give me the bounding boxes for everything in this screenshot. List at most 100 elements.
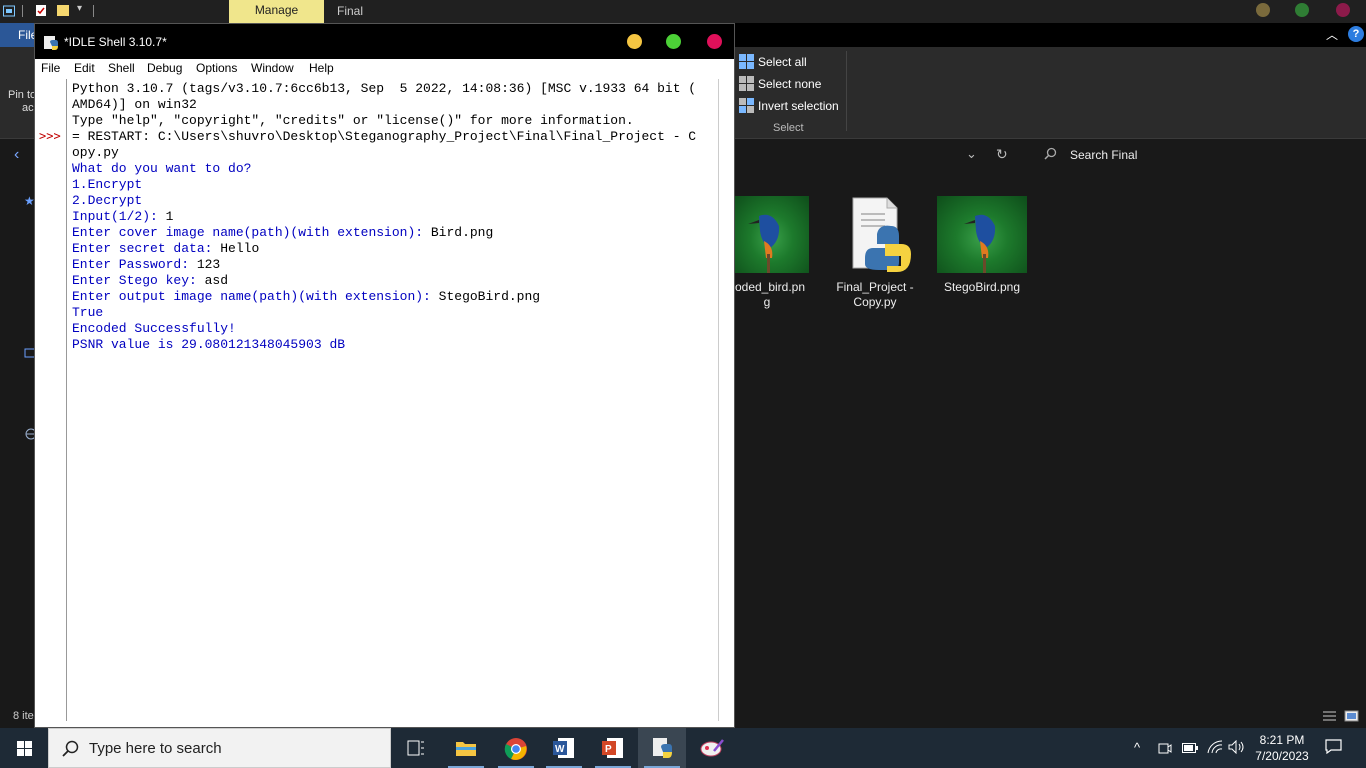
menu-file[interactable]: File xyxy=(41,61,60,75)
help-icon[interactable]: ? xyxy=(1348,26,1364,42)
python-file-icon xyxy=(835,196,915,273)
quick-access-dropdown-icon[interactable]: ▾ xyxy=(77,3,82,14)
menu-edit[interactable]: Edit xyxy=(74,61,95,75)
select-all-icon xyxy=(739,54,754,69)
shell-line: What do you want to do? xyxy=(72,161,252,176)
start-button[interactable] xyxy=(0,728,48,768)
meet-now-icon[interactable] xyxy=(1158,741,1172,755)
shell-prompt: >>> xyxy=(39,129,61,143)
pin-to-quick-access-label[interactable]: Pin to ac xyxy=(8,89,36,115)
menu-options[interactable]: Options xyxy=(196,61,237,75)
menu-shell[interactable]: Shell xyxy=(108,61,135,75)
task-view-button[interactable] xyxy=(392,728,440,768)
wifi-icon[interactable] xyxy=(1207,740,1223,754)
select-all-button[interactable]: Select all xyxy=(739,54,807,69)
maximize-button[interactable] xyxy=(1295,3,1309,17)
shell-line: Encoded Successfully! xyxy=(72,321,236,336)
word-button[interactable]: W xyxy=(540,728,588,768)
taskbar-search-box[interactable]: Type here to search xyxy=(48,728,391,768)
task-view-icon xyxy=(407,740,424,756)
user-input: asd xyxy=(204,273,229,288)
file-name-line-2: Copy.py xyxy=(853,295,897,309)
close-button[interactable] xyxy=(1336,3,1350,17)
chevron-down-icon[interactable]: ⌄ xyxy=(966,146,977,162)
file-item-stego-bird[interactable]: StegoBird.png xyxy=(927,189,1037,295)
show-hidden-icons-icon[interactable]: ^ xyxy=(1134,740,1140,755)
battery-icon[interactable] xyxy=(1182,743,1198,753)
chrome-button[interactable] xyxy=(492,728,540,768)
idle-shell-window: *IDLE Shell 3.10.7* File Edit Shell Debu… xyxy=(34,23,735,728)
shell-line: PSNR value is 29.080121348045903 dB xyxy=(72,337,346,352)
shell-line: Enter output image name(path)(with exten… xyxy=(72,289,719,305)
file-tab[interactable]: File xyxy=(0,23,37,47)
collapse-ribbon-icon[interactable]: ︿ xyxy=(1326,26,1338,43)
divider xyxy=(22,5,23,17)
pin-text-1: Pin to xyxy=(8,89,37,101)
windows-logo-icon xyxy=(17,741,32,756)
maximize-button[interactable] xyxy=(666,34,681,49)
paint-button[interactable] xyxy=(688,728,736,768)
shell-line: opy.py xyxy=(72,145,119,160)
menu-help[interactable]: Help xyxy=(309,61,334,75)
menu-debug[interactable]: Debug xyxy=(147,61,182,75)
shell-line: 1.Encrypt xyxy=(72,177,143,192)
explorer-search-box[interactable]: Search Final xyxy=(1036,141,1366,169)
notification-icon[interactable] xyxy=(1325,739,1342,754)
shell-line: Python 3.10.7 (tags/v3.10.7:6cc6b13, Sep… xyxy=(72,81,697,96)
file-explorer-icon xyxy=(456,742,476,756)
large-icons-view-icon[interactable] xyxy=(1344,710,1359,722)
shell-output[interactable]: Python 3.10.7 (tags/v3.10.7:6cc6b13, Sep… xyxy=(72,81,719,353)
chrome-icon xyxy=(504,738,527,760)
python-icon xyxy=(44,36,58,50)
select-group-label: Select xyxy=(773,122,804,134)
invert-selection-label: Invert selection xyxy=(758,98,839,113)
details-view-icon[interactable] xyxy=(1322,710,1337,722)
minimize-button[interactable] xyxy=(627,34,642,49)
explorer-search-placeholder: Search Final xyxy=(1070,148,1138,162)
menu-window[interactable]: Window xyxy=(251,61,294,75)
powerpoint-button[interactable]: P xyxy=(589,728,637,768)
shell-line: AMD64)] on win32 xyxy=(72,97,197,112)
item-count: 8 ite xyxy=(13,710,34,722)
shell-line: Type "help", "copyright", "credits" or "… xyxy=(72,113,634,128)
prompt-text: Enter output image name(path)(with exten… xyxy=(72,289,439,304)
file-explorer-button[interactable] xyxy=(442,728,490,768)
search-icon xyxy=(62,740,79,757)
word-icon: W xyxy=(553,738,574,758)
properties-icon[interactable] xyxy=(35,4,47,17)
folder-icon[interactable] xyxy=(3,4,15,17)
idle-menu-bar: File Edit Shell Debug Options Window Hel… xyxy=(35,59,734,79)
user-input: 1 xyxy=(165,209,174,224)
idle-status-bar xyxy=(35,721,734,727)
prompt-text: Enter Password: xyxy=(72,257,197,272)
volume-icon[interactable] xyxy=(1228,740,1246,754)
kingfisher-image xyxy=(964,214,996,273)
close-button[interactable] xyxy=(707,34,722,49)
invert-selection-button[interactable]: Invert selection xyxy=(739,98,839,113)
select-all-label: Select all xyxy=(758,54,807,69)
ribbon-divider xyxy=(846,51,847,131)
shell-line: 2.Decrypt xyxy=(72,193,143,208)
taskbar-search-placeholder: Type here to search xyxy=(89,740,222,757)
file-item-final-project-copy[interactable]: Final_Project - Copy.py xyxy=(820,189,930,310)
select-none-button[interactable]: Select none xyxy=(739,76,821,91)
desktop: ▾ Manage Final File ︿ ? Pin to ac Select … xyxy=(0,0,1366,768)
back-chevron-icon[interactable]: ‹ xyxy=(14,146,19,164)
python-icon xyxy=(653,738,672,758)
bird-thumbnail xyxy=(937,196,1027,273)
shell-line: Enter secret data: Hello xyxy=(72,241,719,257)
manage-tab[interactable]: Manage xyxy=(229,0,324,23)
powerpoint-icon: P xyxy=(602,738,623,758)
shell-line: True xyxy=(72,305,104,320)
minimize-button[interactable] xyxy=(1256,3,1270,17)
prompt-text: Enter cover image name(path)(with extens… xyxy=(72,225,431,240)
bird-thumbnail xyxy=(734,196,809,273)
system-clock[interactable]: 8:21 PM 7/20/2023 xyxy=(1252,732,1312,764)
new-folder-icon[interactable] xyxy=(57,4,69,17)
idle-title-bar: *IDLE Shell 3.10.7* xyxy=(35,24,734,59)
paint-icon xyxy=(700,739,724,757)
python-idle-button[interactable] xyxy=(638,728,686,768)
vertical-scrollbar[interactable] xyxy=(718,79,734,721)
user-input: 123 xyxy=(196,257,221,272)
refresh-icon[interactable]: ↻ xyxy=(996,146,1008,163)
